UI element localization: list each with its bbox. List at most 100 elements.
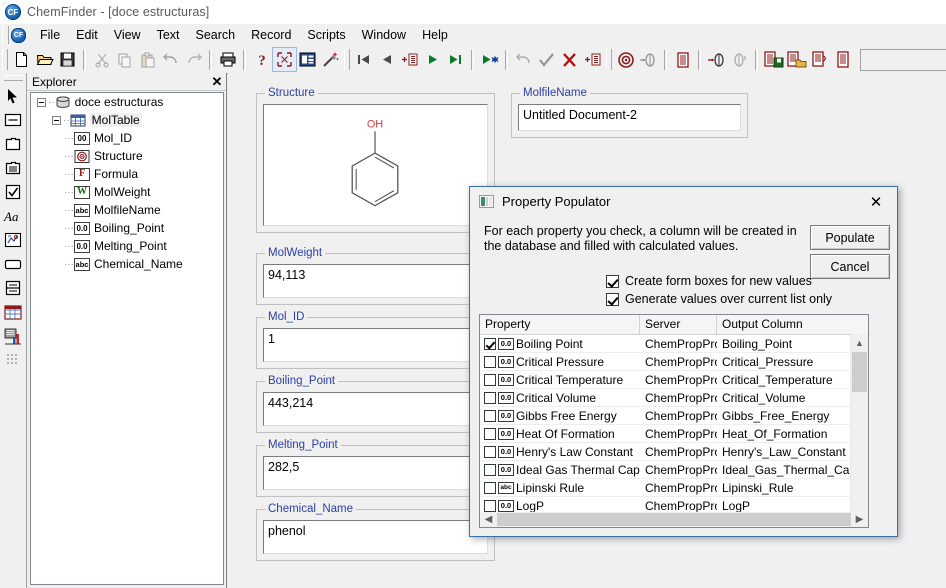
help-question-icon[interactable]: ? [250, 48, 273, 71]
column-header-property[interactable]: Property [480, 315, 640, 334]
vertical-scroll-thumb[interactable] [852, 352, 867, 392]
tree-node-structure[interactable]: ··· Structure [31, 147, 223, 165]
table-row[interactable]: 0.0 Ideal Gas Thermal Cap... ChemPropPro… [480, 461, 868, 479]
chevron-right-icon[interactable]: ▶ [851, 513, 868, 527]
button-icon[interactable] [1, 252, 25, 276]
previous-record-icon[interactable] [375, 48, 398, 71]
redo-icon[interactable] [182, 48, 205, 71]
play-all-icon[interactable] [478, 48, 501, 71]
form-view-icon[interactable] [296, 48, 319, 71]
list-view-icon[interactable] [671, 48, 694, 71]
generate-current-list-checkbox[interactable] [606, 292, 619, 306]
table-row[interactable]: 0.0 Boiling Point ChemPropPro Boiling_Po… [480, 335, 868, 353]
row-checkbox[interactable] [484, 355, 496, 368]
tree-node-molweight[interactable]: ··· W MolWeight [31, 183, 223, 201]
undo-icon[interactable] [159, 48, 182, 71]
collapse-toggle[interactable] [52, 115, 61, 125]
menu-search[interactable]: Search [188, 26, 244, 44]
generate-current-list-option[interactable]: Generate values over current list only [606, 292, 832, 306]
horizontal-scroll-thumb[interactable] [497, 513, 851, 526]
grid-dots-icon[interactable] [1, 348, 25, 372]
row-checkbox[interactable] [484, 481, 496, 494]
cancel-button[interactable]: Cancel [810, 254, 890, 279]
tree-node-moltable[interactable]: ·· MolTable [31, 111, 223, 129]
menu-help[interactable]: Help [414, 26, 456, 44]
structure-box-icon[interactable] [1, 228, 25, 252]
last-record-icon[interactable] [444, 48, 467, 71]
row-checkbox[interactable] [484, 373, 496, 386]
tree-node-mol-id[interactable]: ··· 00 Mol_ID [31, 129, 223, 147]
row-checkbox[interactable] [484, 463, 496, 476]
create-form-boxes-checkbox[interactable] [606, 274, 619, 288]
next-record-icon[interactable] [421, 48, 444, 71]
table-row[interactable]: 0.0 Critical Volume ChemPropPro Critical… [480, 389, 868, 407]
row-checkbox[interactable] [484, 445, 496, 458]
close-icon[interactable]: ✕ [210, 75, 224, 89]
column-header-server[interactable]: Server [640, 315, 717, 334]
document-icon[interactable]: CF [11, 27, 26, 43]
text-box-icon[interactable] [1, 108, 25, 132]
export-list-icon[interactable] [808, 48, 831, 71]
cancel-x-icon[interactable] [558, 48, 581, 71]
paste-icon[interactable] [136, 48, 159, 71]
create-form-boxes-option[interactable]: Create form boxes for new values [606, 274, 812, 288]
chart-icon[interactable] [1, 324, 25, 348]
structure-canvas[interactable]: OH [263, 104, 488, 226]
undo-search-icon[interactable] [512, 48, 535, 71]
cut-scissors-icon[interactable] [90, 48, 113, 71]
populate-button[interactable]: Populate [810, 225, 890, 250]
property-list[interactable]: Property Server Output Column 0.0 Boilin… [479, 314, 869, 528]
table-row[interactable]: abc Lipinski Rule ChemPropPro Lipinski_R… [480, 479, 868, 497]
table-row[interactable]: 0.0 Heat Of Formation ChemPropPro Heat_O… [480, 425, 868, 443]
molfilename-box[interactable]: Untitled Document-2 [518, 104, 741, 131]
chevron-up-icon[interactable]: ▲ [851, 334, 868, 351]
copy-icon[interactable] [113, 48, 136, 71]
table-row[interactable]: 0.0 Critical Temperature ChemPropPro Cri… [480, 371, 868, 389]
accept-check-icon[interactable] [535, 48, 558, 71]
fit-structure-icon[interactable] [272, 47, 297, 72]
toolbar-grip-3[interactable] [606, 49, 612, 70]
tree-node-melting-point[interactable]: ··· 0.0 Melting_Point [31, 237, 223, 255]
toolbar-entry-field[interactable] [860, 48, 946, 71]
font-icon[interactable]: Aa [1, 204, 25, 228]
chemical-name-box[interactable]: phenol [263, 520, 488, 554]
magic-wand-icon[interactable] [319, 48, 342, 71]
property-list-vertical-scrollbar[interactable]: ▲ ▼ [850, 334, 868, 527]
menu-scripts[interactable]: Scripts [299, 26, 353, 44]
arrow-pointer-icon[interactable] [1, 84, 25, 108]
first-record-icon[interactable] [352, 48, 375, 71]
menu-file[interactable]: File [32, 26, 68, 44]
row-checkbox[interactable] [484, 337, 496, 350]
tree-node-chemical-name[interactable]: ··· abc Chemical_Name [31, 255, 223, 273]
table-row[interactable]: 0.0 Gibbs Free Energy ChemPropPro Gibbs_… [480, 407, 868, 425]
close-icon[interactable]: ✕ [855, 188, 897, 216]
insert-record-icon[interactable] [581, 48, 604, 71]
tree-node-formula[interactable]: ··· F Formula [31, 165, 223, 183]
row-checkbox[interactable] [484, 427, 496, 440]
row-checkbox[interactable] [484, 409, 496, 422]
toolbar-grip-1[interactable] [2, 49, 8, 70]
split-pane-icon[interactable] [1, 276, 25, 300]
tree-node-boiling-point[interactable]: ··· 0.0 Boiling_Point [31, 219, 223, 237]
picture-box-icon[interactable] [1, 132, 25, 156]
column-header-output-column[interactable]: Output Column [717, 315, 851, 334]
collapse-toggle[interactable] [37, 97, 46, 107]
open-folder-icon[interactable] [33, 48, 56, 71]
substructure-search-icon[interactable] [637, 48, 660, 71]
new-file-icon[interactable] [10, 48, 33, 71]
property-list-horizontal-scrollbar[interactable]: ◀ ▶ [479, 512, 869, 528]
row-checkbox[interactable] [484, 391, 496, 404]
table-grid-icon[interactable] [1, 300, 25, 324]
menu-grip[interactable] [2, 26, 9, 44]
list-box-icon[interactable] [1, 156, 25, 180]
palette-grip[interactable] [3, 75, 23, 81]
menu-window[interactable]: Window [354, 26, 414, 44]
explorer-tree[interactable]: ·· doce estructuras ·· MolTable ··· 00 M… [30, 92, 224, 585]
tree-node-molfilename[interactable]: ··· abc MolfileName [31, 201, 223, 219]
table-row[interactable]: 0.0 Henry's Law Constant ChemPropPro Hen… [480, 443, 868, 461]
retrieve-all-icon[interactable] [705, 48, 728, 71]
toolbar-grip-2[interactable] [344, 49, 350, 70]
tree-node-database[interactable]: ·· doce estructuras [31, 93, 223, 111]
chevron-left-icon[interactable]: ◀ [480, 513, 497, 527]
menu-edit[interactable]: Edit [68, 26, 106, 44]
